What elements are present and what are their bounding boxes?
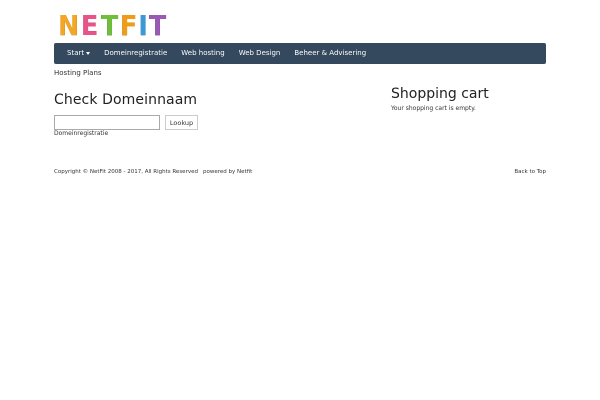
logo-letter: T <box>149 9 167 42</box>
domain-search-input[interactable] <box>54 115 160 130</box>
powered-by-text: powered by Netfit <box>202 169 253 175</box>
domeinregistratie-link[interactable]: Domeinregistratie <box>54 130 108 137</box>
nav-item-domeinregistratie[interactable]: Domeinregistratie <box>97 43 174 64</box>
nav-item-web-design[interactable]: Web Design <box>232 43 288 64</box>
logo-letter: I <box>138 9 148 42</box>
nav-item-start[interactable]: Start <box>60 43 97 64</box>
cart-empty-text: Your shopping cart is empty. <box>391 105 476 112</box>
nav-item-beheer-advisering[interactable]: Beheer & Advisering <box>287 43 373 64</box>
copyright-text: Copyright © NetFit 2008 - 2017, All Righ… <box>54 169 198 175</box>
logo-letter: E <box>81 9 99 42</box>
nav-item-start-label: Start <box>67 49 85 57</box>
logo-letter: N <box>58 9 80 42</box>
footer-copyright: Copyright © NetFit 2008 - 2017, All Righ… <box>54 169 252 175</box>
logo-letter: T <box>100 9 118 42</box>
shopping-cart-title: Shopping cart <box>391 86 489 102</box>
back-to-top-link[interactable]: Back to Top <box>514 169 546 175</box>
logo-letter: F <box>119 9 137 42</box>
netfit-logo[interactable]: NETFIT <box>57 9 167 42</box>
main-navbar: Start Domeinregistratie Web hosting Web … <box>54 43 546 64</box>
caret-down-icon <box>86 51 91 55</box>
breadcrumb[interactable]: Hosting Plans <box>54 69 102 77</box>
nav-item-web-hosting[interactable]: Web hosting <box>174 43 231 64</box>
lookup-button[interactable]: Lookup <box>165 115 198 130</box>
page-title: Check Domeinnaam <box>54 92 198 108</box>
